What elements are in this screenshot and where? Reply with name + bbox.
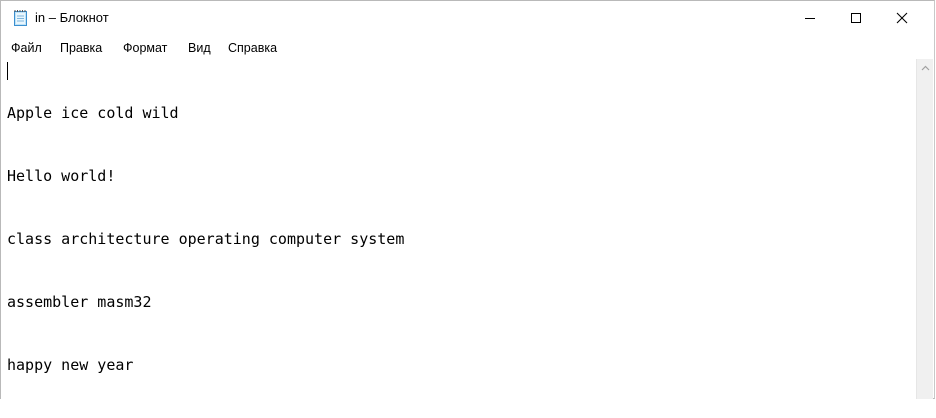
menu-file[interactable]: Файл (10, 40, 43, 56)
menu-edit[interactable]: Правка (59, 40, 103, 56)
editor-line: assembler masm32 (7, 293, 152, 311)
notepad-icon (13, 9, 29, 26)
menu-help[interactable]: Справка (227, 40, 278, 56)
close-button[interactable] (879, 1, 925, 35)
vertical-scrollbar[interactable] (916, 59, 933, 399)
title-bar[interactable]: in – Блокнот (1, 1, 934, 35)
maximize-button[interactable] (833, 1, 879, 35)
menu-view[interactable]: Вид (187, 40, 212, 56)
scroll-up-button[interactable] (917, 59, 934, 76)
editor-text[interactable]: Apple ice cold wild Hello world! class a… (7, 61, 404, 418)
editor-line: Apple ice cold wild (7, 104, 179, 122)
menu-format[interactable]: Формат (122, 40, 168, 56)
minimize-button[interactable] (787, 1, 833, 35)
window-title: in – Блокнот (35, 10, 109, 25)
menu-bar: Файл Правка Формат Вид Справка (1, 36, 934, 58)
close-icon (896, 12, 908, 24)
scroll-up-arrow-icon (921, 65, 930, 70)
text-editor[interactable]: Apple ice cold wild Hello world! class a… (1, 59, 916, 399)
editor-line: Hello world! (7, 167, 116, 185)
maximize-icon (851, 13, 861, 23)
editor-line: class architecture operating computer sy… (7, 230, 405, 248)
minimize-icon (805, 18, 815, 19)
editor-line: happy new year (7, 356, 134, 374)
notepad-window: in – Блокнот Файл Правка Формат Вид Спра… (0, 0, 935, 399)
